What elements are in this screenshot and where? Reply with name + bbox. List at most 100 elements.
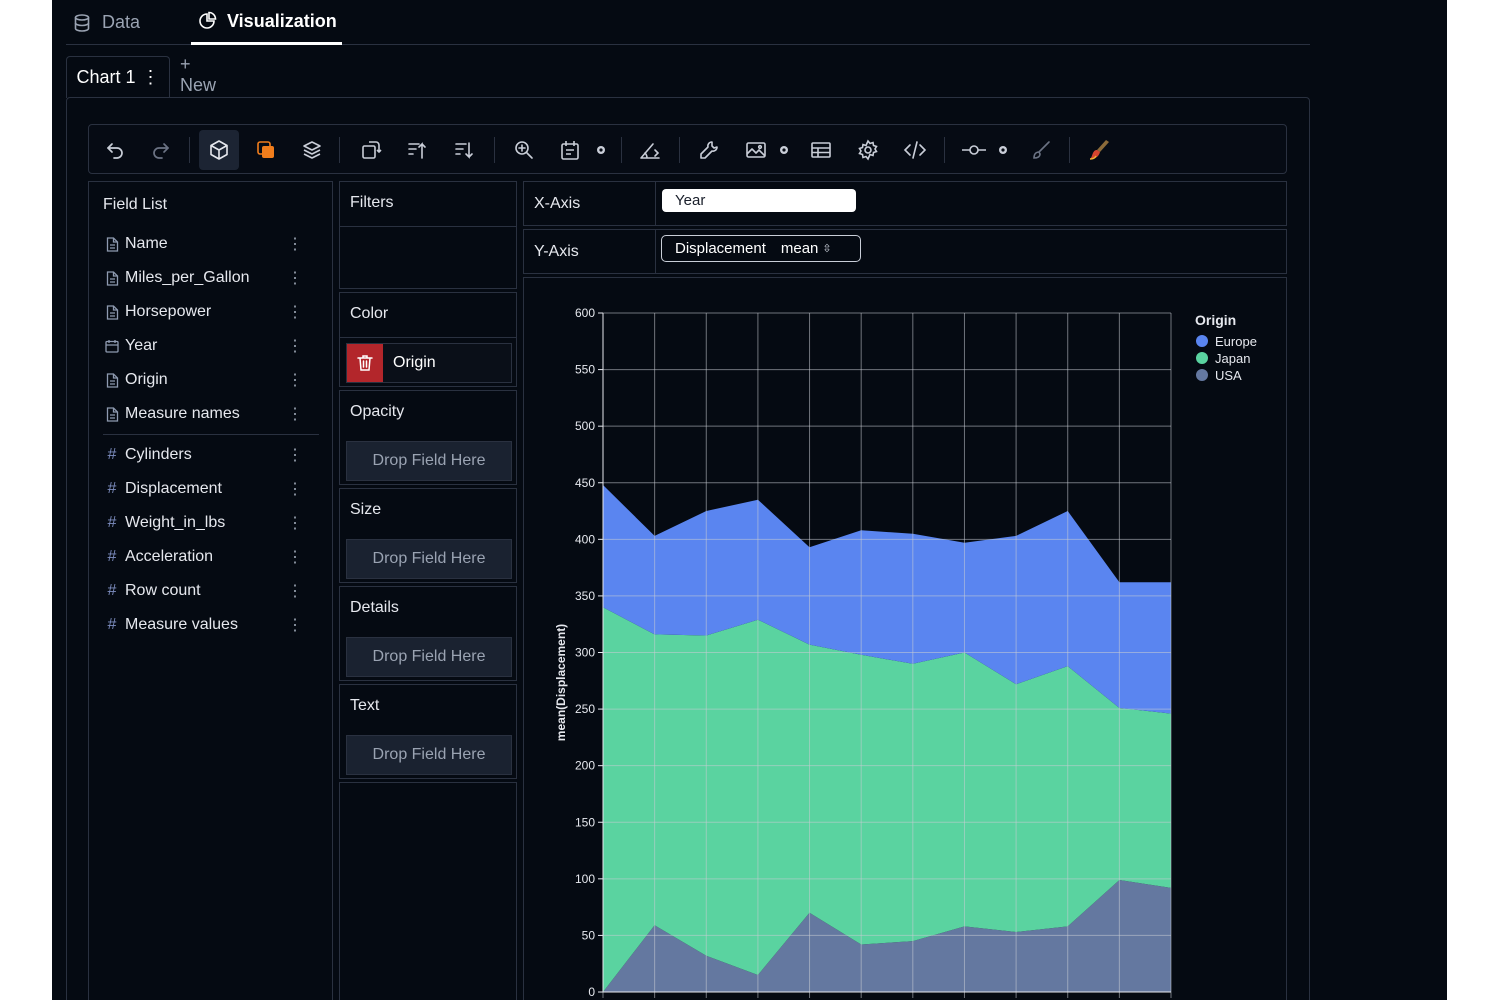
field-item[interactable]: Year ⋮ [103,331,303,361]
y-axis-field-pill[interactable]: Displacement mean ⇳ [661,235,861,262]
x-axis-field-pill[interactable]: Year [662,189,856,212]
field-menu-icon[interactable]: ⋮ [287,370,303,390]
y-axis-aggregation[interactable]: mean [781,240,819,257]
field-item[interactable]: # Weight_in_lbs ⋮ [103,508,303,538]
y-tick-label: 250 [575,702,595,716]
paint-brush-icon[interactable] [1079,130,1119,170]
legend-swatch [1196,352,1208,364]
opacity-drop-zone[interactable]: Drop Field Here [346,441,512,481]
field-menu-icon[interactable]: ⋮ [287,234,303,254]
field-menu-icon[interactable]: ⋮ [287,445,303,465]
field-menu-icon[interactable]: ⋮ [287,336,303,356]
field-item[interactable]: Miles_per_Gallon ⋮ [103,263,303,293]
details-drop-zone[interactable]: Drop Field Here [346,637,512,677]
document-icon [103,304,121,320]
tab-chart-1[interactable]: Chart 1 ⋮ [66,56,170,98]
redo-icon[interactable] [141,130,181,170]
size-panel: Size Drop Field Here [339,488,517,583]
field-menu-icon[interactable]: ⋮ [287,581,303,601]
new-chart-button[interactable]: + New [180,54,216,95]
cube-icon[interactable] [199,130,239,170]
undo-icon[interactable] [95,130,135,170]
tab-visualization-label: Visualization [227,10,337,31]
y-axis-title: mean(Displacement) [554,624,568,741]
main-tabs: Data Visualization [66,0,1310,45]
tab-data[interactable]: Data [72,0,140,45]
chart-tab-menu-icon[interactable]: ⋮ [142,67,160,88]
gear-icon[interactable] [994,141,1012,159]
legend-label: Europe [1215,334,1257,349]
legend-title: Origin [1195,312,1236,328]
field-menu-icon[interactable]: ⋮ [287,268,303,288]
field-item-label: Miles_per_Gallon [125,269,250,286]
field-menu-icon[interactable]: ⋮ [287,302,303,322]
color-field-chip[interactable]: Origin [346,343,512,383]
y-tick-label: 150 [575,815,595,829]
hash-icon: # [107,616,117,633]
transpose-icon[interactable] [351,130,391,170]
y-axis-label: Y-Axis [534,243,579,260]
table-icon[interactable] [801,130,841,170]
field-item[interactable]: # Acceleration ⋮ [103,542,303,572]
sort-descending-icon[interactable] [444,130,484,170]
field-item-label: Measure names [125,405,240,422]
tab-data-label: Data [102,12,141,32]
x-axis-row: X-Axis Year [523,181,1287,226]
database-icon [72,13,92,33]
opacity-title: Opacity [350,403,405,420]
y-tick-label: 200 [575,759,595,773]
field-item-label: Cylinders [125,446,192,463]
details-panel: Details Drop Field Here [339,586,517,681]
field-item[interactable]: Origin ⋮ [103,365,303,395]
details-title: Details [350,599,399,616]
tab-visualization[interactable]: Visualization [191,0,342,45]
field-menu-icon[interactable]: ⋮ [287,547,303,567]
hash-icon: # [107,480,117,497]
settings-icon[interactable] [848,130,888,170]
field-menu-icon[interactable]: ⋮ [287,479,303,499]
image-icon[interactable] [736,130,776,170]
color-field-label: Origin [393,354,436,371]
field-item[interactable]: # Displacement ⋮ [103,474,303,504]
gear-icon[interactable] [775,141,793,159]
field-item-label: Weight_in_lbs [125,514,226,531]
text-drop-zone[interactable]: Drop Field Here [346,735,512,775]
commit-icon[interactable] [954,130,994,170]
app-frame: Data Visualization Chart 1 ⋮ + New Field… [52,0,1447,1000]
axis-scale-icon[interactable] [630,130,670,170]
gear-icon[interactable] [592,141,610,159]
code-icon[interactable] [895,130,935,170]
x-axis-label: X-Axis [534,195,581,212]
hash-icon: # [107,446,117,463]
field-menu-icon[interactable]: ⋮ [287,404,303,424]
field-item-label: Year [125,337,158,354]
field-item-label: Displacement [125,480,222,497]
layout-size-icon[interactable] [551,130,591,170]
text-title: Text [350,697,380,714]
pie-chart-icon [197,11,217,31]
field-item[interactable]: # Row count ⋮ [103,576,303,606]
layers-icon[interactable] [292,130,332,170]
size-drop-zone[interactable]: Drop Field Here [346,539,512,579]
orange-mark-icon[interactable] [246,130,286,170]
brush-icon[interactable] [1021,130,1061,170]
field-item[interactable]: # Measure values ⋮ [103,610,303,640]
field-item[interactable]: Horsepower ⋮ [103,297,303,327]
field-item-label: Name [125,235,168,252]
field-item[interactable]: Measure names ⋮ [103,399,303,429]
field-item[interactable]: Name ⋮ [103,229,303,259]
opacity-panel: Opacity Drop Field Here [339,390,517,485]
wrench-icon[interactable] [689,130,729,170]
trash-icon[interactable] [347,344,383,382]
legend-swatch [1196,369,1208,381]
field-item[interactable]: # Cylinders ⋮ [103,440,303,470]
field-item-label: Row count [125,582,201,599]
sort-toggle-icon[interactable]: ⇳ [822,242,831,255]
field-menu-icon[interactable]: ⋮ [287,615,303,635]
zoom-icon[interactable] [504,130,544,170]
field-menu-icon[interactable]: ⋮ [287,513,303,533]
sort-ascending-icon[interactable] [397,130,437,170]
text-panel: Text Drop Field Here [339,684,517,779]
y-axis-row: Y-Axis Displacement mean ⇳ [523,229,1287,274]
document-icon [103,372,121,388]
